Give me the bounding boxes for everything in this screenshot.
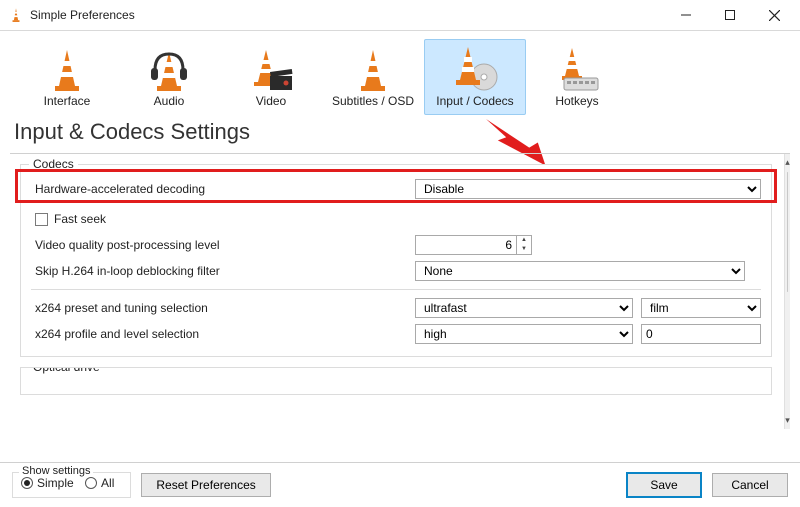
tab-audio[interactable]: Audio [118, 39, 220, 115]
show-settings-group: Show settings Simple All [12, 472, 131, 498]
tab-input-codecs[interactable]: Input / Codecs [424, 39, 526, 115]
post-processing-row: Video quality post-processing level ▲▼ [31, 233, 761, 257]
bottom-bar: Show settings Simple All Reset Preferenc… [0, 462, 800, 507]
spin-down-icon[interactable]: ▼ [517, 245, 531, 254]
x264-profile-select[interactable]: high [415, 324, 633, 344]
optical-drive-group: Optical drive [20, 367, 772, 395]
tab-label: Video [221, 94, 321, 108]
scroll-up-icon[interactable]: ▴ [785, 154, 790, 171]
tab-label: Subtitles / OSD [323, 94, 423, 108]
window-title: Simple Preferences [30, 8, 135, 22]
fast-seek-label: Fast seek [54, 212, 106, 226]
minimize-button[interactable] [664, 0, 708, 30]
fast-seek-checkbox[interactable]: Fast seek [31, 212, 106, 226]
group-title: Codecs [29, 157, 78, 171]
page-heading: Input & Codecs Settings [0, 117, 800, 153]
codecs-group: Codecs Hardware-accelerated decoding Dis… [20, 164, 772, 357]
x264-preset-label: x264 preset and tuning selection [31, 301, 415, 315]
tab-label: Hotkeys [527, 94, 627, 108]
group-title: Optical drive [29, 367, 104, 374]
hw-decoding-select[interactable]: Disable [415, 179, 761, 199]
x264-tuning-select[interactable]: film [641, 298, 761, 318]
deblocking-select[interactable]: None [415, 261, 745, 281]
tab-interface[interactable]: Interface [16, 39, 118, 115]
scroll-down-icon[interactable]: ▾ [785, 412, 790, 429]
cone-keyboard-icon [527, 44, 627, 92]
deblocking-label: Skip H.264 in-loop deblocking filter [31, 264, 415, 278]
radio-dot-icon [85, 477, 97, 489]
tab-hotkeys[interactable]: Hotkeys [526, 39, 628, 115]
radio-simple-label: Simple [37, 476, 74, 490]
checkbox-box-icon [35, 213, 48, 226]
x264-level-input[interactable] [641, 324, 761, 344]
tab-label: Input / Codecs [425, 94, 525, 108]
radio-all[interactable]: All [85, 476, 114, 490]
titlebar: Simple Preferences [0, 0, 800, 31]
x264-profile-label: x264 profile and level selection [31, 327, 415, 341]
spin-up-icon[interactable]: ▲ [517, 236, 531, 245]
cone-icon [323, 44, 423, 92]
radio-dot-icon [21, 477, 33, 489]
category-tabs: Interface Audio Video Subtitles / OSD [0, 31, 800, 117]
tab-subtitles[interactable]: Subtitles / OSD [322, 39, 424, 115]
radio-all-label: All [101, 476, 114, 490]
vlc-cone-icon [8, 7, 24, 23]
cone-cd-icon [425, 44, 525, 92]
scroll-thumb[interactable] [787, 172, 788, 292]
x264-preset-row: x264 preset and tuning selection ultrafa… [31, 296, 761, 320]
settings-panel: Codecs Hardware-accelerated decoding Dis… [10, 153, 790, 429]
close-button[interactable] [752, 0, 796, 30]
spin-buttons[interactable]: ▲▼ [516, 236, 531, 254]
post-processing-input[interactable] [416, 236, 516, 254]
tab-video[interactable]: Video [220, 39, 322, 115]
deblocking-row: Skip H.264 in-loop deblocking filter Non… [31, 259, 761, 283]
tab-label: Interface [17, 94, 117, 108]
fast-seek-row: Fast seek [31, 207, 761, 231]
radio-simple[interactable]: Simple [21, 476, 74, 490]
maximize-button[interactable] [708, 0, 752, 30]
x264-preset-select[interactable]: ultrafast [415, 298, 633, 318]
vertical-scrollbar[interactable]: ▴ ▾ [784, 154, 790, 429]
cancel-button[interactable]: Cancel [712, 473, 788, 497]
save-button[interactable]: Save [626, 472, 702, 498]
reset-preferences-button[interactable]: Reset Preferences [141, 473, 270, 497]
cone-icon [17, 44, 117, 92]
show-settings-legend: Show settings [19, 465, 93, 477]
tab-label: Audio [119, 94, 219, 108]
cone-headphones-icon [119, 44, 219, 92]
post-processing-spin[interactable]: ▲▼ [415, 235, 532, 255]
post-processing-label: Video quality post-processing level [31, 238, 415, 252]
hw-decoding-label: Hardware-accelerated decoding [31, 182, 415, 196]
cone-clapper-icon [221, 44, 321, 92]
x264-profile-row: x264 profile and level selection high [31, 322, 761, 346]
separator [31, 289, 761, 290]
hw-decoding-row: Hardware-accelerated decoding Disable [31, 177, 761, 201]
